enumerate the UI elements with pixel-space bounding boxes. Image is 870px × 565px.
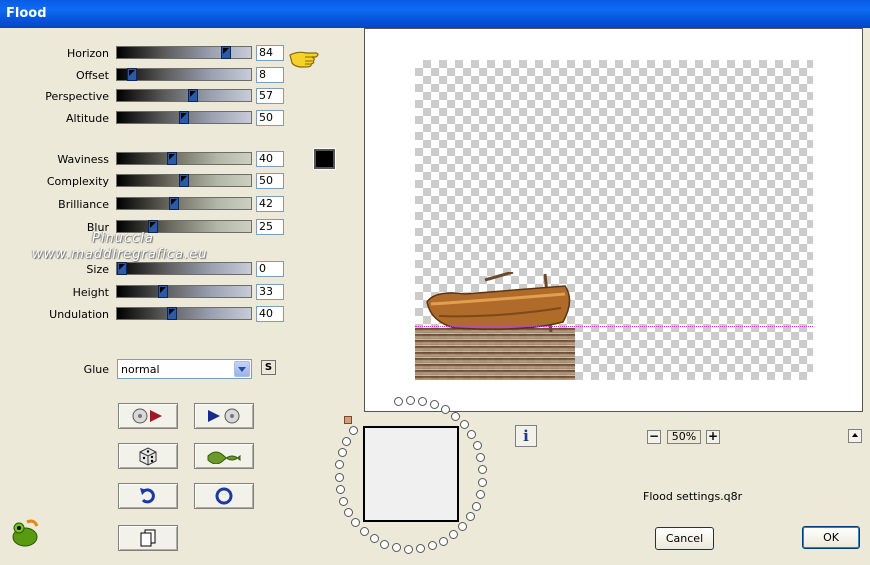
frog-logo-icon xyxy=(12,519,39,547)
ok-button[interactable]: OK xyxy=(802,526,860,549)
glue-select-value: normal xyxy=(121,363,160,376)
dial-dot[interactable] xyxy=(348,426,358,436)
save-preset-button[interactable] xyxy=(194,403,254,429)
dial-dot[interactable] xyxy=(471,501,481,511)
dial-dot[interactable] xyxy=(429,400,439,410)
slider-brilliance[interactable] xyxy=(116,197,252,210)
slider-waviness[interactable] xyxy=(116,152,252,165)
slider-size[interactable] xyxy=(116,262,252,275)
wave-button[interactable] xyxy=(194,443,254,469)
load-preset-icon xyxy=(132,408,162,424)
label-undulation: Undulation xyxy=(49,308,109,321)
label-perspective: Perspective xyxy=(45,90,109,103)
dial-dot[interactable] xyxy=(335,484,345,494)
reset-button[interactable] xyxy=(194,483,254,509)
slider-thumb-offset[interactable] xyxy=(126,68,137,81)
slider-perspective[interactable] xyxy=(116,89,252,102)
copy-icon xyxy=(140,529,156,547)
slider-thumb-waviness[interactable] xyxy=(166,152,177,165)
load-preset-button[interactable] xyxy=(118,403,178,429)
value-brilliance[interactable]: 42 xyxy=(256,196,284,212)
preview-panel[interactable] xyxy=(364,28,863,412)
label-height: Height xyxy=(72,286,109,299)
glue-label: Glue xyxy=(83,363,109,376)
dial-dot[interactable] xyxy=(472,441,482,451)
info-button[interactable]: i xyxy=(515,425,537,447)
dial-dot[interactable] xyxy=(475,489,485,499)
slider-complexity[interactable] xyxy=(116,174,252,187)
zoom-out-button[interactable]: − xyxy=(647,430,661,444)
slider-thumb-size[interactable] xyxy=(117,262,127,275)
watermark-line1: Pinuccia xyxy=(92,231,154,246)
watermark-line2: www.maddiregrafica.eu xyxy=(32,247,208,262)
slider-thumb-undulation[interactable] xyxy=(166,307,177,320)
undo-icon xyxy=(140,488,155,504)
value-waviness[interactable]: 40 xyxy=(256,151,284,167)
wave-icon xyxy=(207,451,241,464)
value-complexity[interactable]: 50 xyxy=(256,173,284,189)
label-waviness: Waviness xyxy=(57,153,109,166)
value-altitude[interactable]: 50 xyxy=(256,110,284,126)
label-brilliance: Brilliance xyxy=(58,198,109,211)
dial-dot[interactable] xyxy=(403,544,413,554)
slider-thumb-perspective[interactable] xyxy=(187,89,198,102)
slider-height[interactable] xyxy=(116,285,252,298)
value-blur[interactable]: 25 xyxy=(256,219,284,235)
slider-undulation[interactable] xyxy=(116,307,252,320)
slider-altitude[interactable] xyxy=(116,111,252,124)
label-size: Size xyxy=(86,263,109,276)
slider-offset[interactable] xyxy=(116,68,252,81)
slider-horizon[interactable] xyxy=(116,46,252,59)
label-altitude: Altitude xyxy=(66,112,109,125)
value-offset[interactable]: 8 xyxy=(256,67,284,83)
value-undulation[interactable]: 40 xyxy=(256,306,284,322)
pointing-hand-icon xyxy=(289,51,319,68)
dial-dot[interactable] xyxy=(339,496,349,506)
dial-dot[interactable] xyxy=(337,448,347,458)
glue-select[interactable]: normal xyxy=(117,359,252,379)
slider-thumb-horizon[interactable] xyxy=(221,46,232,59)
label-complexity: Complexity xyxy=(46,175,109,188)
collapse-button[interactable] xyxy=(848,429,862,443)
dial-dot[interactable] xyxy=(478,477,488,487)
value-horizon[interactable]: 84 xyxy=(256,45,284,61)
dial-dot[interactable] xyxy=(440,405,450,415)
zoom-level: 50% xyxy=(667,430,701,444)
slider-thumb-complexity[interactable] xyxy=(179,174,189,187)
undo-button[interactable] xyxy=(118,483,178,509)
navigator-marker[interactable] xyxy=(344,416,352,424)
zoom-in-button[interactable]: + xyxy=(706,430,720,444)
navigator-thumbnail[interactable] xyxy=(363,426,459,522)
preview-canvas[interactable] xyxy=(415,60,813,380)
value-size[interactable]: 0 xyxy=(256,261,284,277)
dial-dot[interactable] xyxy=(369,534,379,544)
settings-filename: Flood settings.q8r xyxy=(643,490,743,503)
chevron-down-icon[interactable] xyxy=(234,361,250,377)
window-title: Flood xyxy=(6,6,47,21)
slider-thumb-altitude[interactable] xyxy=(179,111,189,124)
slider-thumb-brilliance[interactable] xyxy=(169,197,180,210)
title-bar: Flood xyxy=(0,0,870,28)
copy-button[interactable] xyxy=(118,525,178,551)
reset-icon xyxy=(215,487,233,505)
watermark: Pinuccia www.maddiregrafica.eu xyxy=(32,231,208,262)
label-horizon: Horizon xyxy=(66,47,109,60)
dial-dot[interactable] xyxy=(416,544,426,553)
horizon-line[interactable] xyxy=(415,326,813,327)
value-perspective[interactable]: 57 xyxy=(256,88,284,104)
save-preset-icon xyxy=(208,408,240,424)
slider-thumb-height[interactable] xyxy=(157,285,168,298)
value-height[interactable]: 33 xyxy=(256,284,284,300)
dial-dot[interactable] xyxy=(334,472,344,482)
label-offset: Offset xyxy=(75,69,109,82)
random-button[interactable] xyxy=(118,443,178,469)
glue-extra-button[interactable]: S xyxy=(261,360,276,375)
cancel-button[interactable]: Cancel xyxy=(655,527,714,550)
dial-dot[interactable] xyxy=(438,536,448,546)
random-dice-icon xyxy=(139,447,157,466)
dial-dot[interactable] xyxy=(359,526,369,536)
color-swatch[interactable] xyxy=(314,149,335,169)
dial-dot[interactable] xyxy=(450,412,460,422)
